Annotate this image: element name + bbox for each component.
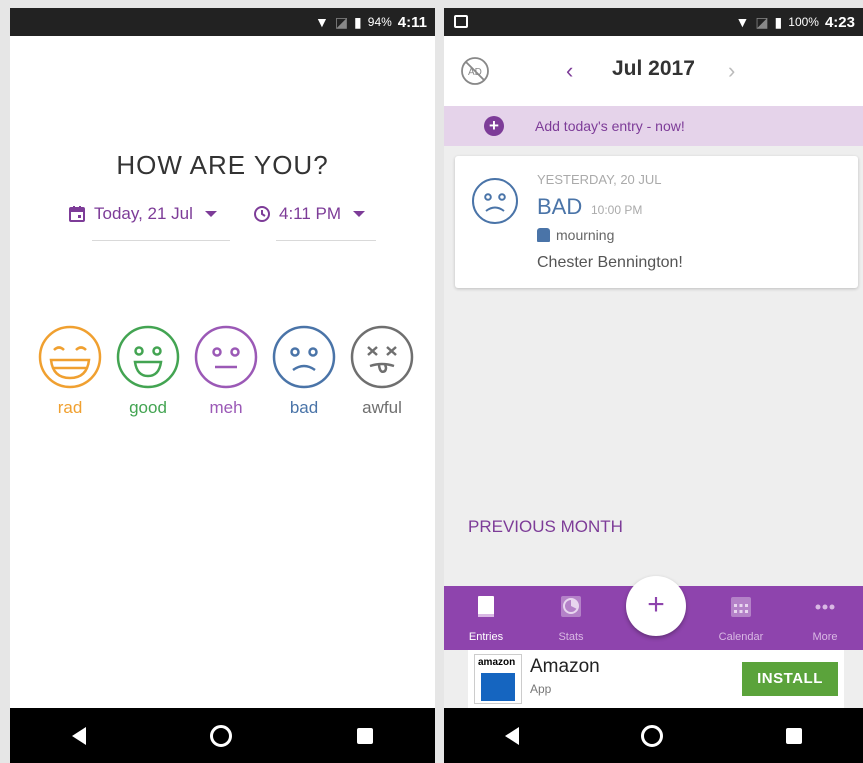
calendar-icon <box>731 597 751 617</box>
ad-subtitle: App <box>530 682 552 696</box>
date-value: Today, 21 Jul <box>94 204 193 223</box>
rad-face-icon <box>38 325 102 389</box>
chevron-down-icon <box>204 211 217 217</box>
add-entry-fab[interactable]: + <box>626 576 686 636</box>
month-title: Jul 2017 <box>612 57 695 80</box>
ad-banner[interactable]: amazon Amazon App INSTALL <box>468 650 844 708</box>
status-time: 4:23 <box>824 13 855 31</box>
tab-label-more: More <box>812 631 838 643</box>
tab-calendar[interactable]: Calendar <box>706 594 776 643</box>
status-icons: ▼ ◪ ▮ 100% 4:23 <box>735 8 855 36</box>
battery-icon: ▮ <box>774 13 783 30</box>
mood-label-rad: rad <box>57 398 83 417</box>
cart-icon <box>481 673 515 701</box>
mood-bad[interactable]: bad <box>270 324 338 418</box>
amazon-logo: amazon <box>474 654 522 704</box>
battery-percent: 94% <box>367 15 392 29</box>
mood-label-bad: bad <box>289 398 319 417</box>
battery-percent: 100% <box>788 15 819 29</box>
recents-icon[interactable] <box>785 727 802 744</box>
time-picker[interactable]: 4:11 PM <box>253 204 366 224</box>
date-picker[interactable]: Today, 21 Jul <box>68 204 217 224</box>
good-face-icon <box>116 325 180 389</box>
page-title: HOW ARE YOU? <box>116 150 329 180</box>
add-entry-banner[interactable]: + Add today's entry - now! <box>444 106 863 146</box>
entry-note: Chester Bennington! <box>537 254 683 271</box>
book-icon <box>478 596 494 617</box>
activity-icon <box>537 228 550 242</box>
right-phone-screen: ▼ ◪ ▮ 100% 4:23 AD ‹ Jul 2017 › + Add to… <box>444 8 863 763</box>
time-underline <box>276 240 376 241</box>
previous-month-link[interactable]: PREVIOUS MONTH <box>468 517 623 537</box>
svg-text:AD: AD <box>468 67 482 78</box>
calendar-icon <box>69 206 85 222</box>
back-icon[interactable] <box>505 726 520 745</box>
android-nav-bar <box>10 708 435 763</box>
entry-card[interactable]: YESTERDAY, 20 JUL BAD 10:00 PM mourning … <box>455 156 858 288</box>
time-value: 4:11 PM <box>279 204 342 223</box>
left-phone-screen: ▼ ◪ ▮ 94% 4:11 HOW ARE YOU? Today, 21 Ju… <box>10 8 435 763</box>
date-underline <box>92 240 230 241</box>
add-circle-icon: + <box>484 116 504 136</box>
mood-label-awful: awful <box>362 398 402 417</box>
stats-chart-icon <box>561 596 581 617</box>
tab-label-entries: Entries <box>468 631 504 643</box>
no-sim-icon: ◪ <box>334 13 349 30</box>
status-time: 4:11 <box>397 13 427 31</box>
wifi-icon: ▼ <box>314 14 329 30</box>
tab-more[interactable]: More <box>790 594 860 643</box>
back-icon[interactable] <box>72 726 87 745</box>
mood-label-meh: meh <box>209 398 243 417</box>
home-icon[interactable] <box>210 724 233 747</box>
image-notification-icon <box>454 15 468 28</box>
wifi-icon: ▼ <box>735 14 750 30</box>
tab-label-stats: Stats <box>558 631 584 643</box>
mood-awful[interactable]: awful <box>348 324 416 418</box>
bad-face-icon <box>272 325 336 389</box>
status-bar: ▼ ◪ ▮ 94% 4:11 <box>10 8 435 36</box>
install-button[interactable]: INSTALL <box>742 662 838 696</box>
mood-selector: rad good meh bad awful <box>36 324 416 418</box>
recents-icon[interactable] <box>356 727 373 744</box>
chevron-right-icon[interactable]: › <box>728 58 735 84</box>
tab-stats[interactable]: Stats <box>536 594 606 643</box>
amazon-logo-text: amazon <box>478 657 516 668</box>
mood-meh[interactable]: meh <box>192 324 260 418</box>
activity-label: mourning <box>556 227 615 243</box>
awful-face-icon <box>350 325 414 389</box>
tab-entries[interactable]: Entries <box>451 594 521 643</box>
entry-date: YESTERDAY, 20 JUL <box>537 172 662 187</box>
ad-title: Amazon <box>530 656 600 677</box>
status-bar: ▼ ◪ ▮ 100% 4:23 <box>444 8 863 36</box>
android-nav-bar <box>444 708 863 763</box>
tab-label-calendar: Calendar <box>718 631 764 643</box>
battery-icon: ▮ <box>354 13 362 30</box>
entry-activity: mourning <box>537 227 614 243</box>
more-dots-icon <box>815 604 835 610</box>
status-icons: ▼ ◪ ▮ 94% 4:11 <box>315 8 427 36</box>
entry-mood: BAD <box>537 194 583 219</box>
home-icon[interactable] <box>641 724 664 747</box>
bad-face-icon <box>472 178 518 224</box>
meh-face-icon <box>194 325 258 389</box>
entry-time: 10:00 PM <box>591 203 643 217</box>
app-header: AD ‹ Jul 2017 › <box>444 36 863 106</box>
add-entry-text: Add today's entry - now! <box>535 118 685 134</box>
no-sim-icon: ◪ <box>755 13 769 30</box>
chevron-down-icon <box>353 211 366 217</box>
chevron-left-icon[interactable]: ‹ <box>566 58 573 84</box>
mood-label-good: good <box>129 398 167 417</box>
mood-good[interactable]: good <box>114 324 182 418</box>
no-ads-icon[interactable]: AD <box>460 56 490 86</box>
clock-icon <box>254 206 270 222</box>
mood-rad[interactable]: rad <box>36 324 104 418</box>
